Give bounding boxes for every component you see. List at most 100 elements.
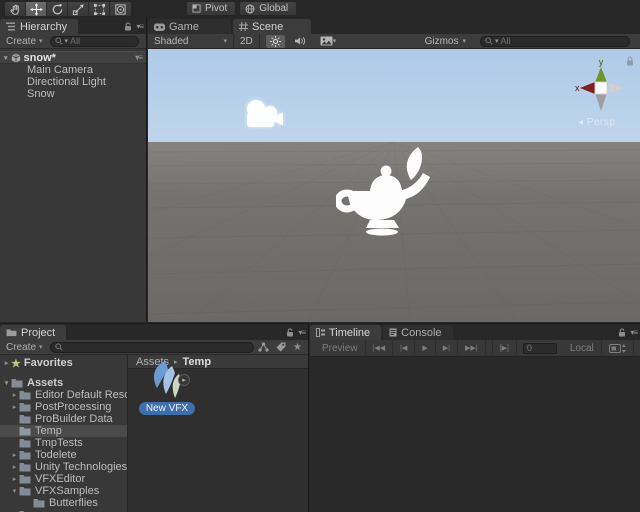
play-button[interactable]: ▶ (415, 340, 435, 357)
tab-hierarchy[interactable]: Hierarchy (0, 19, 78, 34)
gizmos-dropdown[interactable]: Gizmos ▾ (419, 34, 472, 49)
global-toggle-button[interactable]: Global (239, 1, 297, 16)
panel-menu-icon[interactable]: ▾≡ (630, 328, 637, 337)
favorites-label: Favorites (24, 357, 73, 369)
move-tool-button[interactable] (26, 2, 47, 16)
folder-row[interactable]: ProBuilder Data (0, 413, 127, 425)
tab-project[interactable]: Project (0, 325, 66, 340)
hand-tool-button[interactable] (5, 2, 26, 16)
search-by-label-icon[interactable] (276, 342, 286, 352)
create-label: Create (6, 342, 36, 353)
folder-row[interactable]: ▸ Unity Technologies (0, 461, 127, 473)
lock-icon[interactable] (286, 328, 294, 337)
project-create-button[interactable]: Create ▾ (3, 342, 46, 353)
scene-search-input[interactable]: ▾ All (480, 36, 630, 47)
folder-row[interactable]: ▸ PostProcessing (0, 401, 127, 413)
time-reference-dropdown[interactable]: Local (563, 340, 601, 357)
tab-console[interactable]: Console (383, 325, 452, 340)
2d-toggle-button[interactable]: 2D (234, 34, 260, 49)
gizmo-center-cube[interactable] (595, 82, 607, 94)
folder-row[interactable]: Butterflies (0, 497, 127, 509)
asset-new-vfx[interactable]: ▸ New VFX (136, 360, 198, 415)
scale-tool-button[interactable] (68, 2, 89, 16)
transform-tool-icon (114, 3, 127, 16)
hierarchy-tree: ▾ snow* ▾≡ Main Camera Directional Light… (0, 51, 146, 100)
hierarchy-create-button[interactable]: Create ▾ (3, 36, 46, 47)
saved-search-star-icon[interactable]: ★ (293, 342, 302, 353)
axis-neg-y-cone[interactable] (595, 93, 607, 111)
folder-row-assets[interactable]: ▾ Assets (0, 377, 127, 389)
panel-menu-icon[interactable]: ▾≡ (136, 22, 143, 31)
expand-arrow-icon: ▾ (4, 54, 8, 62)
scene-viewport[interactable]: y x ◂ Persp (148, 49, 640, 322)
orientation-gizmo[interactable]: y x (572, 57, 630, 117)
gamepad-icon (154, 23, 165, 31)
favorites-row[interactable]: ▸ ★ Favorites (0, 357, 127, 369)
unity-editor-window: Pivot Global Hierarchy (0, 0, 640, 512)
projection-mode-button[interactable]: ◂ Persp (578, 117, 615, 128)
folder-row[interactable]: TmpTests (0, 437, 127, 449)
project-body: ▸ ★ Favorites ▾ Assets ▸ Editor Default … (0, 355, 308, 512)
draw-mode-dropdown[interactable]: Shaded ▾ (148, 34, 234, 49)
project-folder-tree: ▸ ★ Favorites ▾ Assets ▸ Editor Default … (0, 355, 128, 512)
asset-expand-icon[interactable]: ▸ (178, 374, 190, 386)
local-label: Local (570, 343, 594, 354)
search-by-type-icon[interactable] (258, 342, 269, 352)
audio-toggle-button[interactable] (291, 35, 310, 48)
camera-gizmo-icon[interactable] (242, 99, 284, 133)
timeline-content[interactable] (310, 357, 640, 512)
lock-icon[interactable] (618, 328, 626, 337)
folder-row-selected[interactable]: Temp (0, 425, 127, 437)
project-search-input[interactable] (50, 342, 255, 353)
folder-row[interactable]: ▸ VFXEditor (0, 473, 127, 485)
axis-x-cone[interactable] (580, 82, 595, 94)
folder-icon (19, 402, 31, 412)
hierarchy-search-filter: All (70, 36, 80, 46)
axis-z-cone[interactable] (609, 83, 626, 93)
vfx-lamp-gizmo-icon[interactable] (336, 147, 434, 238)
hierarchy-item-main-camera[interactable]: Main Camera (0, 64, 146, 76)
console-icon (389, 328, 397, 337)
preview-button[interactable]: Preview (315, 340, 366, 357)
tab-game[interactable]: Game (148, 19, 231, 34)
effects-dropdown-button[interactable]: ▾ (316, 35, 341, 48)
goto-start-button[interactable]: |◀◀ (366, 340, 394, 357)
projection-label: Persp (587, 117, 616, 128)
timeline-panel-controls: ▾≡ (618, 328, 637, 337)
hierarchy-search-input[interactable]: ▾ All (50, 36, 139, 47)
folder-row[interactable]: ▸ Editor Default Resour (0, 389, 127, 401)
search-filter-chevron-icon: ▾ (495, 37, 499, 45)
prev-frame-button[interactable]: |◀ (393, 340, 415, 357)
expand-arrow-icon: ▾ (10, 487, 19, 495)
rect-tool-button[interactable] (89, 2, 110, 16)
lock-icon[interactable] (124, 22, 132, 31)
chevron-down-icon: ▾ (462, 37, 466, 45)
viewport-lock-icon[interactable] (626, 56, 634, 66)
play-range-icon: [▶] (500, 344, 509, 352)
frame-number-input[interactable]: 0 (523, 343, 557, 354)
scene-menu-icon[interactable]: ▾≡ (135, 53, 142, 62)
timeline-toolbar: Preview |◀◀ |◀ ▶ ▶| ▶▶| [▶] 0 Local (310, 340, 640, 357)
tab-scene[interactable]: Scene (233, 19, 311, 34)
goto-end-button[interactable]: ▶▶| (458, 340, 486, 357)
folder-label: Temp (35, 425, 62, 437)
tab-timeline[interactable]: Timeline (310, 325, 381, 340)
rotate-tool-button[interactable] (47, 2, 68, 16)
hierarchy-item-snow[interactable]: Snow (0, 88, 146, 100)
pivot-toggle-button[interactable]: Pivot (186, 1, 236, 16)
lighting-toggle-button[interactable] (266, 35, 285, 48)
goto-start-icon: |◀◀ (373, 344, 386, 352)
folder-row[interactable]: ▾ VFXSamples (0, 485, 127, 497)
next-frame-button[interactable]: ▶| (436, 340, 458, 357)
scene-toolbar: Shaded ▾ 2D (148, 34, 640, 49)
transform-tool-button[interactable] (110, 2, 131, 16)
hierarchy-item-directional-light[interactable]: Directional Light (0, 76, 146, 88)
scene-header-row[interactable]: ▾ snow* ▾≡ (0, 51, 146, 64)
timeline-tabbar: Timeline Console ▾≡ (310, 324, 640, 340)
tree-spacer (0, 369, 127, 377)
folder-row[interactable]: ▸ Todelete (0, 449, 127, 461)
play-range-button[interactable]: [▶] (492, 340, 517, 357)
timeline-options-button[interactable] (601, 340, 634, 357)
panel-menu-icon[interactable]: ▾≡ (298, 328, 305, 337)
search-icon (485, 37, 493, 45)
